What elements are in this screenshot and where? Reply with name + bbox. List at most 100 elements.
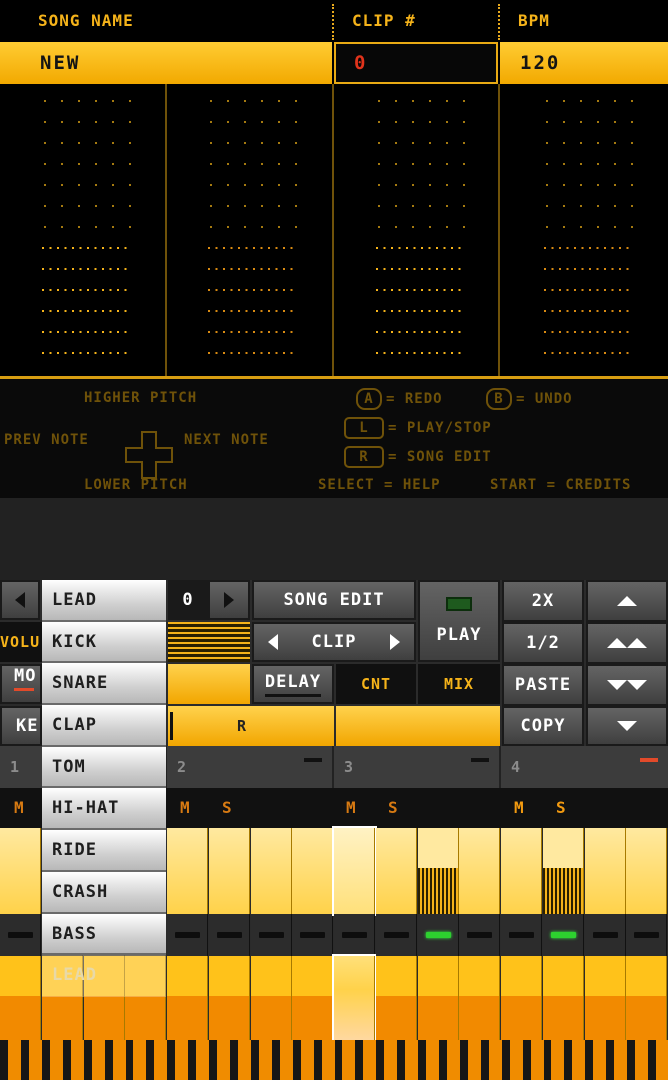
track-2-mute[interactable]: M — [180, 788, 190, 828]
paste-button[interactable]: PASTE — [502, 664, 584, 706]
step-cell[interactable] — [167, 828, 208, 914]
track-2-solo[interactable]: S — [222, 788, 232, 828]
step-velocity[interactable] — [167, 956, 208, 1040]
track-1-mute[interactable]: M — [14, 788, 24, 828]
cnt-tab[interactable]: CNT — [336, 664, 416, 704]
double-button[interactable]: 2X — [502, 580, 584, 622]
menu-item[interactable]: TOM — [42, 746, 166, 789]
step-cell[interactable] — [543, 828, 584, 914]
song-edit-button[interactable]: SONG EDIT — [252, 580, 416, 620]
delay-button[interactable]: DELAY — [252, 664, 334, 704]
param-slot[interactable] — [418, 706, 500, 746]
mode-button[interactable]: MO — [0, 664, 42, 704]
copy-button[interactable]: COPY — [502, 706, 584, 746]
half-button[interactable]: 1/2 — [502, 622, 584, 664]
step-led — [459, 914, 500, 956]
position-tick — [593, 1040, 607, 1080]
menu-item[interactable]: LEAD — [42, 955, 166, 997]
arrow-right-icon[interactable] — [388, 633, 402, 651]
song-name-field[interactable]: NEW — [0, 42, 332, 84]
step-led — [292, 914, 333, 956]
r-marker: R — [168, 706, 252, 746]
step-cell[interactable] — [626, 828, 667, 914]
step-cell[interactable] — [459, 828, 500, 914]
position-tick — [237, 1040, 251, 1080]
position-tick — [446, 1040, 460, 1080]
step-cell[interactable] — [0, 828, 41, 914]
instrument-prev-button[interactable] — [0, 580, 40, 620]
position-tick — [321, 1040, 335, 1080]
arrow-left-icon[interactable] — [266, 633, 280, 651]
menu-item[interactable]: HI-HAT — [42, 788, 166, 831]
help-select: SELECT = HELP — [318, 477, 441, 493]
step-velocity[interactable] — [376, 956, 417, 1040]
instrument-menu[interactable]: LEAD KICK SNARE CLAP TOM HI-HAT RIDE CRASH BASS… — [42, 580, 166, 997]
page-down-button[interactable] — [586, 664, 668, 706]
step-cell[interactable] — [418, 828, 459, 914]
track-3-solo[interactable]: S — [388, 788, 398, 828]
menu-item[interactable]: SNARE — [42, 663, 166, 706]
position-tick — [426, 1040, 439, 1080]
position-tick — [196, 1040, 210, 1080]
position-tick — [175, 1040, 189, 1080]
track-header-3[interactable]: 3 — [334, 746, 501, 788]
menu-item[interactable]: RIDE — [42, 830, 166, 872]
step-cell[interactable] — [209, 828, 250, 914]
menu-item[interactable]: CLAP — [42, 705, 166, 747]
scroll-down-button[interactable] — [586, 706, 668, 746]
page-up-button[interactable] — [586, 622, 668, 664]
clip-index-next-button[interactable] — [208, 580, 250, 620]
step-cell[interactable] — [292, 828, 333, 914]
track-4-solo[interactable]: S — [556, 788, 566, 828]
position-tick — [509, 1040, 523, 1080]
track-header-4[interactable]: 4 — [501, 746, 668, 788]
step-velocity[interactable] — [501, 956, 542, 1040]
position-tick — [49, 1040, 63, 1080]
step-cell[interactable] — [501, 828, 542, 914]
track-3-mute[interactable]: M — [346, 788, 356, 828]
menu-current-instrument[interactable]: LEAD — [42, 580, 166, 622]
clip-number-field[interactable]: 0 — [334, 42, 498, 84]
step-velocity[interactable] — [292, 956, 333, 1040]
step-cell[interactable] — [251, 828, 292, 914]
spacer-area — [0, 498, 668, 580]
step-cell[interactable] — [332, 826, 377, 916]
position-tick — [8, 1040, 21, 1080]
step-velocity[interactable] — [626, 956, 667, 1040]
menu-item[interactable]: BASS — [42, 913, 166, 956]
menu-item[interactable]: CRASH — [42, 871, 166, 914]
led-icon — [217, 932, 242, 938]
position-tick — [154, 1040, 168, 1080]
track-number: 3 — [344, 758, 354, 776]
step-velocity[interactable] — [209, 956, 250, 1040]
param-slot[interactable] — [336, 706, 418, 746]
clip-label: CLIP — [311, 632, 357, 652]
step-velocity[interactable] — [251, 956, 292, 1040]
pattern-dots — [208, 100, 297, 354]
track-number: 1 — [10, 758, 20, 776]
step-velocity[interactable] — [332, 954, 377, 1042]
play-button[interactable]: PLAY — [418, 580, 500, 662]
track-4-mute[interactable]: M — [514, 788, 524, 828]
mix-tab[interactable]: MIX — [418, 664, 500, 704]
track-header-2[interactable]: 2 — [167, 746, 334, 788]
menu-item[interactable]: KICK — [42, 621, 166, 664]
step-cell[interactable] — [376, 828, 417, 914]
help-undo: = UNDO — [516, 391, 573, 407]
bpm-field[interactable]: 120 — [500, 42, 668, 84]
help-higher-pitch: HIGHER PITCH — [84, 390, 198, 406]
step-velocity[interactable] — [418, 956, 459, 1040]
step-cell[interactable] — [585, 828, 626, 914]
step-velocity[interactable] — [459, 956, 500, 1040]
param-value-box[interactable] — [168, 664, 250, 704]
step-velocity[interactable] — [0, 956, 41, 1040]
help-prev-note: PREV NOTE — [4, 432, 89, 448]
mode-label: MO — [14, 666, 37, 686]
step-velocity[interactable] — [585, 956, 626, 1040]
step-velocity[interactable] — [543, 956, 584, 1040]
key-button[interactable]: KE — [0, 706, 42, 746]
clip-selector[interactable]: CLIP — [252, 622, 416, 662]
scroll-up-button[interactable] — [586, 580, 668, 622]
mode-led-icon — [14, 688, 34, 691]
param-slot[interactable] — [252, 706, 334, 746]
